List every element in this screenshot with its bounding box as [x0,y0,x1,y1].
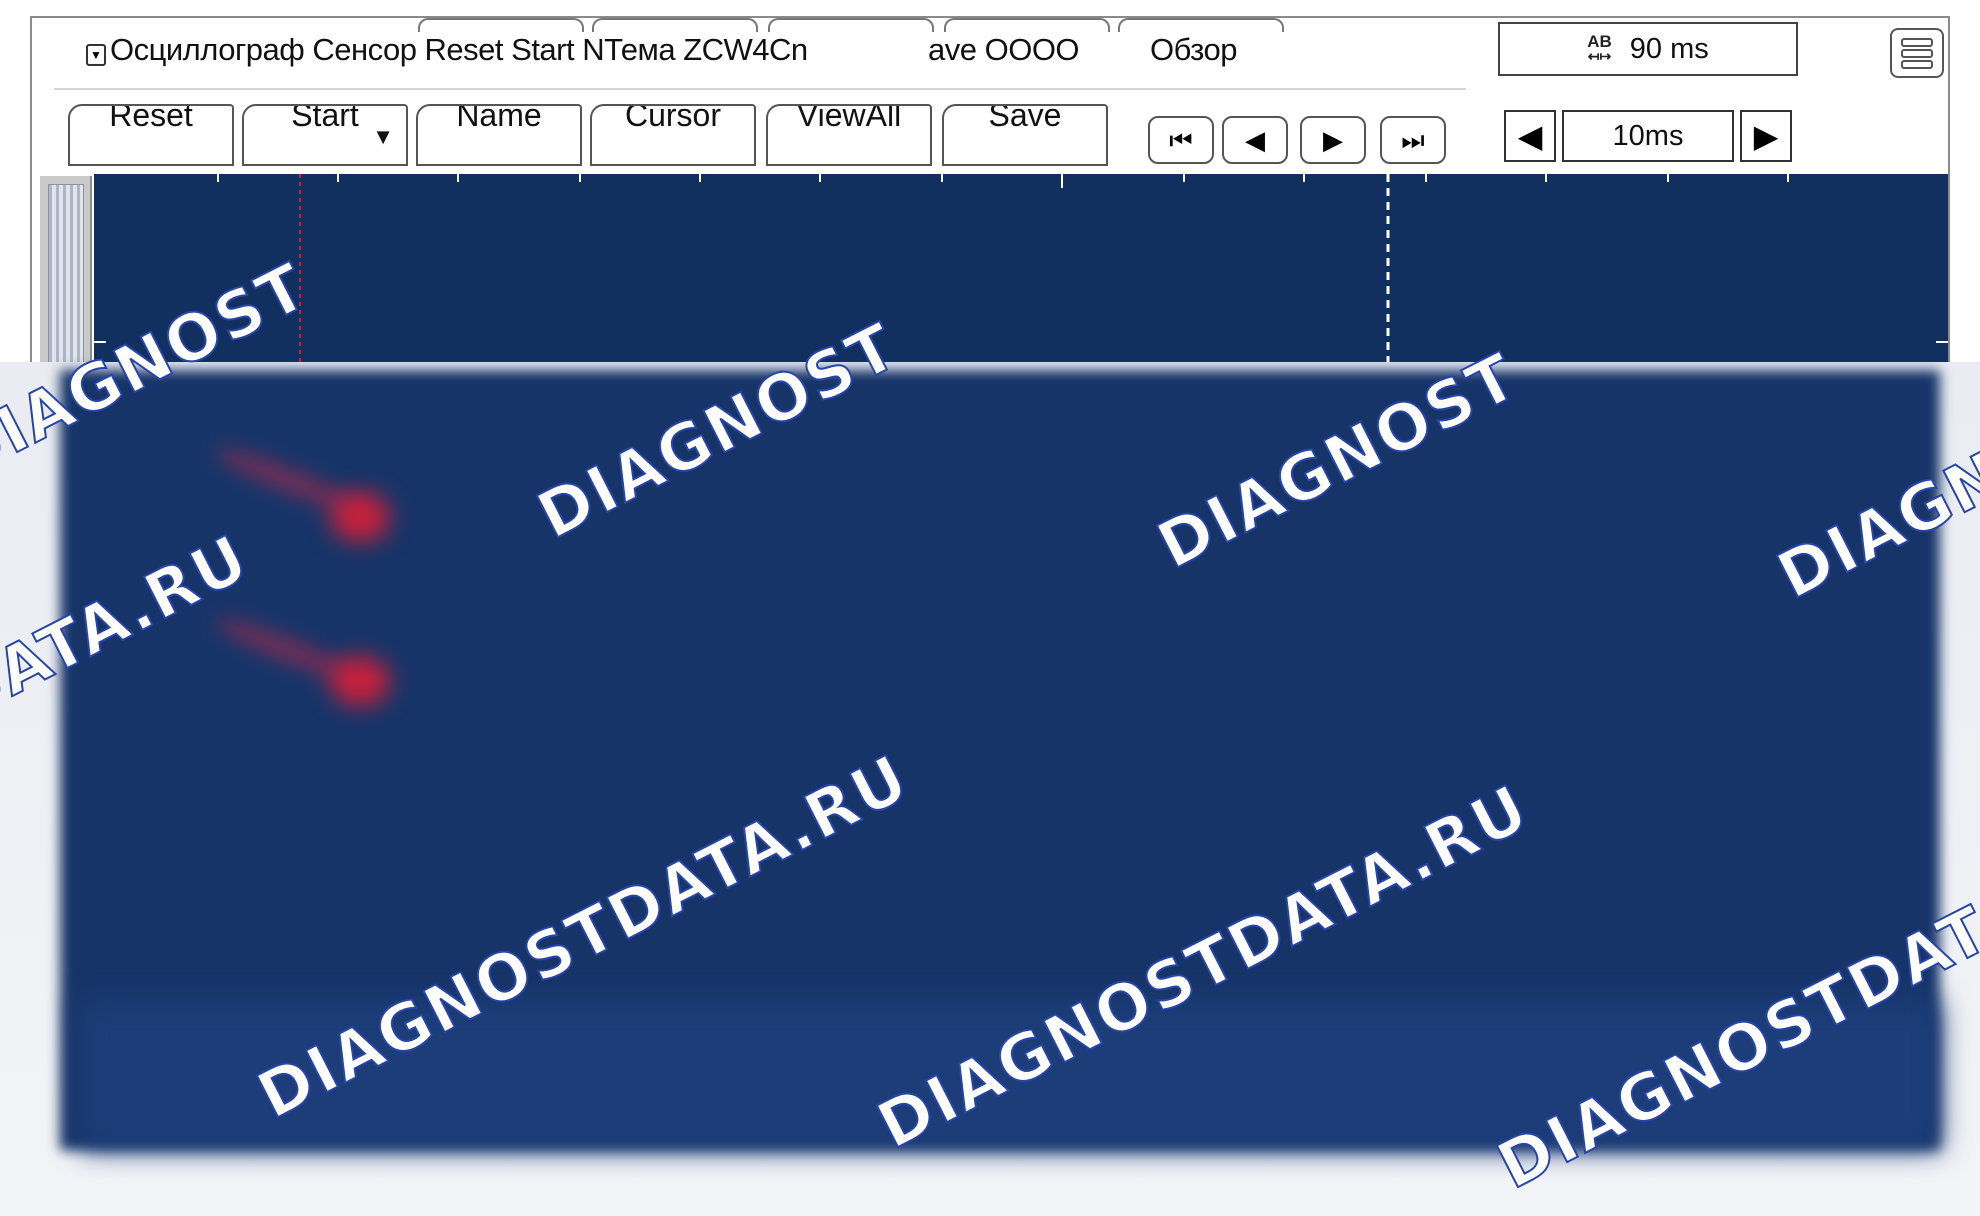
viewall-label: ViewAll [796,104,902,133]
tab-outline [1118,18,1284,32]
save-button[interactable]: Save [942,104,1108,166]
tab-outline [592,18,758,32]
tab-outline [944,18,1110,32]
time-base-value: 90 ms [1629,32,1709,65]
next-frame-icon[interactable]: ▶ [1300,116,1366,164]
prev-frame-icon[interactable]: ◀ [1222,116,1288,164]
first-frame-icon[interactable]: ⏮ [1148,116,1214,164]
hamburger-menu-icon[interactable] [1890,28,1944,78]
tab-overview[interactable]: Обзор [1150,32,1238,68]
cursor-label: Cursor [624,104,721,133]
last-frame-icon[interactable]: ⏭ [1380,116,1446,164]
step-increase-icon[interactable]: ▶ [1740,110,1792,162]
reset-button[interactable]: Reset [68,104,234,166]
step-decrease-icon[interactable]: ◀ [1504,110,1556,162]
start-button[interactable]: Start ▼ [242,104,408,166]
divider [54,88,1466,90]
dropdown-icon[interactable]: ▼ [86,44,106,66]
tab-outline [768,18,934,32]
reset-label: Reset [109,104,193,133]
start-dropdown-icon[interactable]: ▼ [372,124,394,150]
tab-outline [418,18,584,32]
trace-pulse [330,492,390,542]
trace-pulse [330,656,390,706]
window-title: Осциллограф Сенсор Reset Start NТема ZCW… [110,32,808,67]
title-fragment: ave OOOO [928,32,1080,67]
cursor-button[interactable]: Cursor [590,104,756,166]
viewall-button[interactable]: ViewAll [766,104,932,166]
time-step-value[interactable]: 10ms [1562,110,1734,162]
name-label: Name [456,104,542,133]
name-button[interactable]: Name [416,104,582,166]
time-base-display[interactable]: AB ↤↦ 90 ms [1498,22,1798,76]
ab-measure-icon: AB ↤↦ [1587,32,1612,64]
save-label: Save [988,104,1062,133]
